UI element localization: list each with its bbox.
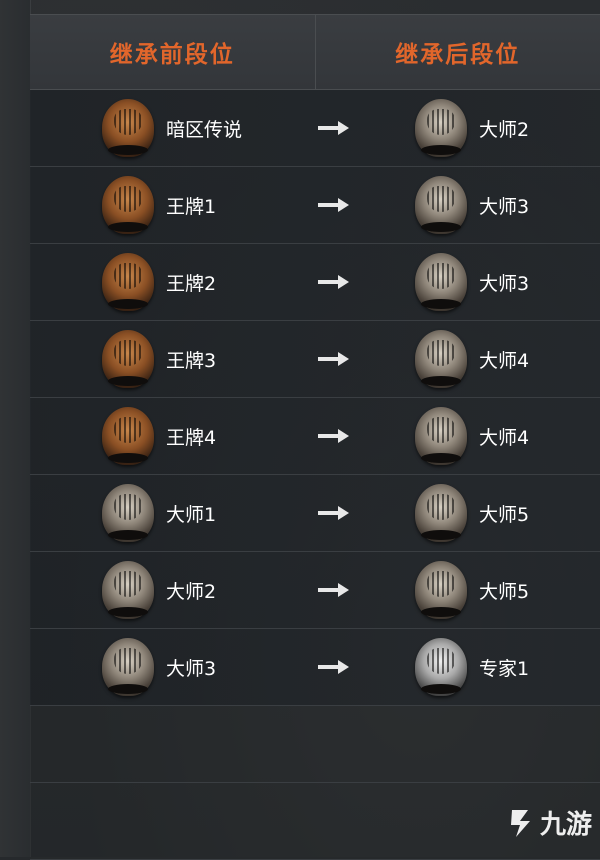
before-rank-label: 大师3 [166, 654, 216, 681]
before-rank-cell: 大师1 [102, 484, 216, 542]
table-row: 王牌1 大师3 [30, 167, 600, 244]
after-rank-cell: 大师5 [415, 484, 529, 542]
master-tiger-badge-icon [415, 330, 467, 388]
after-rank-cell: 大师4 [415, 407, 529, 465]
arrow-right-icon [316, 503, 352, 523]
after-rank-label: 大师4 [479, 346, 529, 373]
master-tiger-badge-icon [415, 407, 467, 465]
master-tiger-badge-icon [415, 253, 467, 311]
after-rank-cell: 大师4 [415, 330, 529, 388]
empty-row [30, 706, 600, 783]
left-border-strip [0, 0, 31, 857]
before-rank-label: 大师1 [166, 500, 216, 527]
ace-tiger-badge-icon [102, 176, 154, 234]
master-tiger-badge-icon [102, 484, 154, 542]
ace-tiger-badge-icon [102, 330, 154, 388]
table-row: 大师1 大师5 [30, 475, 600, 552]
master-tiger-badge-icon [415, 176, 467, 234]
table-row: 大师3 专家1 [30, 629, 600, 706]
before-rank-cell: 大师3 [102, 638, 216, 696]
before-rank-label: 王牌4 [166, 423, 216, 450]
master-tiger-badge-icon [102, 561, 154, 619]
before-rank-cell: 王牌1 [102, 176, 216, 234]
table-row: 暗区传说 大师2 [30, 90, 600, 167]
arrow-right-icon [316, 657, 352, 677]
master-tiger-badge-icon [415, 561, 467, 619]
after-rank-label: 大师5 [479, 500, 529, 527]
after-rank-label: 专家1 [479, 654, 529, 681]
arrow-right-icon [316, 580, 352, 600]
before-rank-cell: 王牌2 [102, 253, 216, 311]
header-before-rank: 继承前段位 [30, 15, 315, 89]
after-rank-label: 大师5 [479, 577, 529, 604]
after-rank-label: 大师2 [479, 115, 529, 142]
before-rank-label: 暗区传说 [166, 115, 242, 142]
arrow-right-icon [316, 195, 352, 215]
arrow-right-icon [316, 349, 352, 369]
master-tiger-badge-icon [415, 484, 467, 542]
watermark: 九游 [506, 804, 592, 841]
after-rank-cell: 大师2 [415, 99, 529, 157]
after-rank-cell: 大师5 [415, 561, 529, 619]
after-rank-cell: 大师3 [415, 176, 529, 234]
arrow-right-icon [316, 272, 352, 292]
jiuyou-logo-icon [506, 806, 536, 840]
master-tiger-badge-icon [102, 638, 154, 696]
table-row: 王牌4 大师4 [30, 398, 600, 475]
after-rank-cell: 大师3 [415, 253, 529, 311]
arrow-right-icon [316, 426, 352, 446]
after-rank-cell: 专家1 [415, 638, 529, 696]
before-rank-label: 王牌3 [166, 346, 216, 373]
after-rank-label: 大师3 [479, 269, 529, 296]
legend-tiger-badge-icon [102, 99, 154, 157]
header-after-rank: 继承后段位 [315, 15, 600, 89]
before-rank-cell: 王牌3 [102, 330, 216, 388]
rank-inheritance-table: 继承前段位 继承后段位 暗区传说 大师2 王牌1 大师3 王牌2 [30, 14, 600, 857]
master-tiger-badge-icon [415, 99, 467, 157]
watermark-text: 九游 [540, 804, 592, 841]
arrow-right-icon [316, 118, 352, 138]
table-row: 大师2 大师5 [30, 552, 600, 629]
ace-tiger-badge-icon [102, 253, 154, 311]
ace-tiger-badge-icon [102, 407, 154, 465]
before-rank-cell: 大师2 [102, 561, 216, 619]
after-rank-label: 大师3 [479, 192, 529, 219]
after-rank-label: 大师4 [479, 423, 529, 450]
before-rank-label: 大师2 [166, 577, 216, 604]
before-rank-cell: 王牌4 [102, 407, 216, 465]
before-rank-label: 王牌2 [166, 269, 216, 296]
before-rank-label: 王牌1 [166, 192, 216, 219]
expert-wolf-badge-icon [415, 638, 467, 696]
table-row: 王牌3 大师4 [30, 321, 600, 398]
before-rank-cell: 暗区传说 [102, 99, 242, 157]
table-row: 王牌2 大师3 [30, 244, 600, 321]
table-header: 继承前段位 继承后段位 [30, 14, 600, 90]
